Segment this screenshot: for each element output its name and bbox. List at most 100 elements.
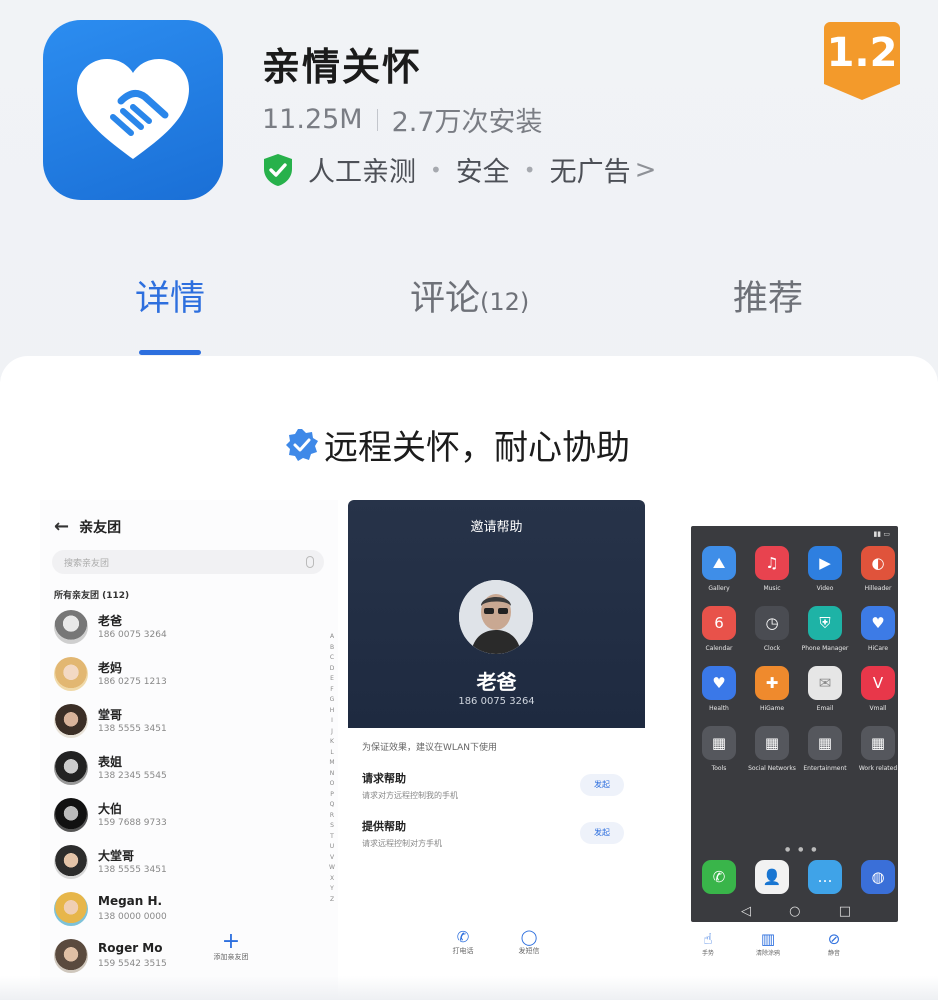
app-hilleader[interactable]: ◐ Hilleader xyxy=(854,546,898,592)
tab-label: 推荐 xyxy=(733,279,804,319)
alphabet-letter[interactable]: A xyxy=(328,632,336,643)
mic-off-icon: ⊘ xyxy=(827,930,841,948)
alphabet-letter[interactable]: D xyxy=(328,664,336,675)
provide-help-button[interactable]: 发起 xyxy=(580,822,624,844)
alphabet-letter[interactable]: R xyxy=(328,811,336,822)
alphabet-letter[interactable]: W xyxy=(328,863,336,874)
screenshot-contacts[interactable]: ← 亲友团 搜索亲友团 所有亲友团 (112) 老爸 186 0075 3264… xyxy=(40,500,338,1000)
app-hicare[interactable]: ♥ HiCare xyxy=(854,606,898,652)
call-button[interactable]: ✆ 打电话 xyxy=(438,928,488,956)
alphabet-letter[interactable]: E xyxy=(328,674,336,685)
provide-help-option: 提供帮助 请求远程控制对方手机 发起 xyxy=(362,818,632,849)
gesture-button[interactable]: ☝ 手势 xyxy=(688,930,728,957)
alphabet-letter[interactable]: U xyxy=(328,842,336,853)
alphabet-letter[interactable]: I xyxy=(328,716,336,727)
badge-safe: 安全 xyxy=(455,157,510,188)
alphabet-letter[interactable]: P xyxy=(328,790,336,801)
clear-doodle-button[interactable]: ▥ 清除涂鸦 xyxy=(748,930,788,957)
wlan-tip: 为保证效果，建议在WLAN下使用 xyxy=(362,743,498,753)
contact-row: Megan H. 138 0000 0000 xyxy=(54,888,314,932)
alphabet-letter[interactable]: M xyxy=(328,758,336,769)
app-size: 11.25M xyxy=(262,104,363,135)
alphabet-letter[interactable]: Y xyxy=(328,884,336,895)
alphabet-letter[interactable]: Z xyxy=(328,895,336,906)
app-gallery[interactable]: ⛰ Gallery xyxy=(695,546,743,592)
hilleader-icon: ◐ xyxy=(861,546,895,580)
alphabet-letter[interactable]: H xyxy=(328,706,336,717)
trash-icon: ▥ xyxy=(760,930,776,948)
rating-value: 1.2 xyxy=(826,30,898,76)
alphabet-letter[interactable]: T xyxy=(328,832,336,843)
alphabet-letter[interactable]: C xyxy=(328,653,336,664)
alphabet-letter[interactable]: L xyxy=(328,748,336,759)
app-vmall[interactable]: V Vmall xyxy=(854,666,898,712)
alphabet-letter[interactable]: F xyxy=(328,685,336,696)
request-help-option: 请求帮助 请求对方远程控制我的手机 发起 xyxy=(362,770,632,801)
app-label: Social Networks xyxy=(748,765,796,772)
alphabet-letter[interactable]: N xyxy=(328,769,336,780)
mute-button[interactable]: ⊘ 静音 xyxy=(814,930,854,957)
screenshot-invite-help[interactable]: 邀请帮助 老爸 186 0075 3264 为保证效果，建议在WLAN下使用 请… xyxy=(348,500,645,1000)
app-health[interactable]: ♥ Health xyxy=(695,666,743,712)
slogan-text: 远程关怀，耐心协助 xyxy=(324,428,630,468)
back-nav-icon[interactable]: ◁ xyxy=(741,904,751,919)
app-email[interactable]: ✉ Email xyxy=(801,666,849,712)
app-label: Health xyxy=(709,705,729,712)
app-tools-folder[interactable]: ▦ Tools xyxy=(695,726,743,772)
verified-badge-icon xyxy=(286,428,318,461)
app-name: 亲情关怀 xyxy=(262,45,423,89)
dock-messages[interactable]: … xyxy=(801,860,849,894)
contact-phone: 159 7688 9733 xyxy=(98,818,167,828)
contacts-search: 搜索亲友团 xyxy=(52,550,324,574)
app-label: Clock xyxy=(763,645,781,652)
request-help-button[interactable]: 发起 xyxy=(580,774,624,796)
add-contact-button[interactable]: + 添加亲友团 xyxy=(206,931,256,962)
dock-phone[interactable]: ✆ xyxy=(695,860,743,894)
invite-contact-name: 老爸 xyxy=(476,670,517,694)
app-entertainment-folder[interactable]: ▦ Entertainment xyxy=(801,726,849,772)
tab-bar: 详情 评论(12) 推荐 xyxy=(0,270,938,350)
gesture-label: 手势 xyxy=(701,950,714,957)
screenshot-remote-screen[interactable]: ▮▮ ▭ ⛰ Gallery ♫ Music ▶ Video ◐ Hilleader 6 Cale… xyxy=(688,500,898,1000)
app-label: Email xyxy=(816,705,834,712)
tab-details[interactable]: 详情 xyxy=(135,270,205,321)
recent-nav-icon[interactable]: □ xyxy=(839,904,851,919)
gallery-icon: ⛰ xyxy=(702,546,736,580)
avatar xyxy=(54,798,88,832)
tab-label: 评论 xyxy=(410,279,481,319)
clear-doodle-label: 清除涂鸦 xyxy=(755,950,780,957)
status-bar: ▮▮ ▭ xyxy=(873,530,890,538)
app-label: Work related xyxy=(858,765,898,772)
alphabet-letter[interactable]: V xyxy=(328,853,336,864)
safety-badges[interactable]: 人工亲测 • 安全 • 无广告 > xyxy=(262,150,656,189)
app-music[interactable]: ♫ Music xyxy=(748,546,796,592)
tab-comments[interactable]: 评论(12) xyxy=(410,270,529,321)
app-phone-manager[interactable]: ⛨ Phone Manager xyxy=(801,606,849,652)
app-video[interactable]: ▶ Video xyxy=(801,546,849,592)
install-count: 2.7万次安装 xyxy=(391,107,543,138)
app-clock[interactable]: ◷ Clock xyxy=(748,606,796,652)
alphabet-letter[interactable]: J xyxy=(328,727,336,738)
tab-recommend[interactable]: 推荐 xyxy=(733,270,803,321)
app-label: Phone Manager xyxy=(801,645,849,652)
app-social-folder[interactable]: ▦ Social Networks xyxy=(748,726,796,772)
alphabet-letter[interactable]: Q xyxy=(328,800,336,811)
app-higame[interactable]: ✚ HiGame xyxy=(748,666,796,712)
app-calendar[interactable]: 6 Calendar xyxy=(695,606,743,652)
dock-contacts[interactable]: 👤 xyxy=(748,860,796,894)
alphabet-letter[interactable]: K xyxy=(328,737,336,748)
avatar xyxy=(54,939,88,973)
call-label: 打电话 xyxy=(452,947,474,955)
alphabet-letter[interactable]: X xyxy=(328,874,336,885)
health-icon: ♥ xyxy=(702,666,736,700)
alphabet-letter[interactable]: S xyxy=(328,821,336,832)
alphabet-letter[interactable]: O xyxy=(328,779,336,790)
dock-browser[interactable]: ◍ xyxy=(854,860,898,894)
alphabet-letter[interactable]: G xyxy=(328,695,336,706)
alphabet-letter[interactable]: B xyxy=(328,643,336,654)
sms-button[interactable]: ◯ 发短信 xyxy=(504,928,554,956)
home-nav-icon[interactable]: ○ xyxy=(789,904,800,919)
app-work-folder[interactable]: ▦ Work related xyxy=(854,726,898,772)
avatar xyxy=(54,845,88,879)
contact-name: 老爸 xyxy=(98,614,123,628)
